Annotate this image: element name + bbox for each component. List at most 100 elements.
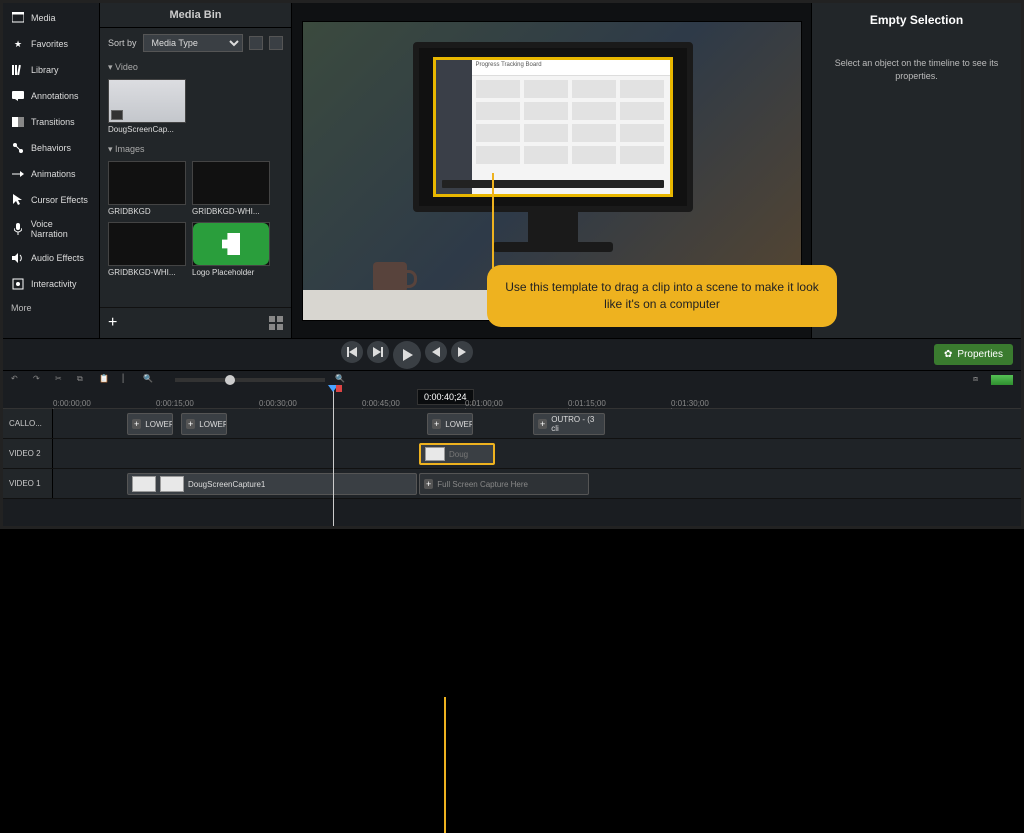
placeholder-title: Progress Tracking Board (472, 60, 670, 76)
media-bin-title: Media Bin (100, 3, 291, 28)
timeline-clip[interactable]: Doug (419, 443, 495, 465)
redo-button[interactable]: ↷ (33, 374, 45, 386)
copy-button[interactable]: ⧉ (77, 374, 89, 386)
timeline-clip[interactable]: +LOWER (127, 413, 173, 435)
clip-thumb (425, 447, 445, 461)
clip-label: OUTRO - (3 cli (551, 415, 600, 433)
track-label[interactable]: VIDEO 2 (3, 439, 53, 468)
timeline-clip[interactable]: + LOWER (181, 413, 227, 435)
ruler-tick: 0:00:45;00 (362, 399, 465, 408)
timeline-clip[interactable]: + LOWER (427, 413, 473, 435)
logo-icon (193, 223, 269, 265)
zoom-out-button[interactable]: 🔍 (143, 374, 155, 386)
cut-button[interactable]: ✂ (55, 374, 67, 386)
magnet-button[interactable]: ⧈ (973, 374, 985, 386)
plus-icon: + (132, 419, 141, 429)
audio-icon (11, 251, 25, 265)
sidebar-label: Voice Narration (31, 219, 91, 239)
clip-label: Doug (449, 450, 468, 459)
timeline-track: VIDEO 2 Doug (3, 439, 1021, 469)
playhead[interactable] (333, 387, 334, 526)
media-thumb-video[interactable]: DougScreenCap... (108, 79, 186, 134)
annotations-icon (11, 89, 25, 103)
sidebar-label: Behaviors (31, 143, 71, 153)
properties-panel: Empty Selection Select an object on the … (811, 3, 1021, 338)
timeline-clip[interactable]: +Full Screen Capture Here (419, 473, 589, 495)
media-thumb-image[interactable]: GRIDBKGD-WHI... (108, 222, 186, 277)
properties-button[interactable]: ✿ Properties (934, 344, 1013, 365)
sidebar-more[interactable]: More (3, 297, 99, 319)
step-forward-button[interactable] (451, 341, 473, 363)
media-thumb-image[interactable]: GRIDBKGD-WHI... (192, 161, 270, 216)
thumb-name: Logo Placeholder (192, 268, 270, 277)
transport-bar: ✿ Properties (3, 338, 1021, 370)
sidebar-item-interactivity[interactable]: Interactivity (3, 271, 99, 297)
undo-button[interactable]: ↶ (11, 374, 23, 386)
marker-indicator[interactable] (991, 375, 1013, 385)
media-thumb-logo-placeholder[interactable]: Logo Placeholder (192, 222, 270, 277)
timeline-track: CALLO...+LOWER+LOWER+LOWER+OUTRO - (3 cl… (3, 409, 1021, 439)
sidebar-item-audio-effects[interactable]: Audio Effects (3, 245, 99, 271)
properties-title: Empty Selection (822, 13, 1011, 27)
images-section-label: ▾ Images (100, 140, 291, 155)
thumb-name: GRIDBKGD (108, 207, 186, 216)
track-lane[interactable]: Doug (53, 439, 1021, 468)
sidebar-label: Cursor Effects (31, 195, 88, 205)
track-lane[interactable]: +LOWER+LOWER+LOWER+OUTRO - (3 cli (53, 409, 1021, 438)
clip-thumb (132, 476, 156, 492)
properties-button-label: Properties (957, 349, 1003, 360)
clip-label: DougScreenCapture1 (188, 480, 265, 489)
interactivity-icon (11, 277, 25, 291)
sidebar-item-transitions[interactable]: Transitions (3, 109, 99, 135)
track-label[interactable]: CALLO... (3, 409, 53, 438)
plus-icon: + (432, 419, 441, 429)
split-button[interactable]: ⎮ (121, 374, 133, 386)
clip-label: LOWER (199, 420, 227, 429)
track-lane[interactable]: DougScreenCapture1 +Full Screen Capture H… (53, 469, 1021, 498)
sidebar-label: Library (31, 65, 59, 75)
timeline-clip[interactable]: +OUTRO - (3 cli (533, 413, 605, 435)
sidebar-item-animations[interactable]: Animations (3, 161, 99, 187)
play-button[interactable] (393, 341, 421, 369)
transitions-icon (11, 115, 25, 129)
sidebar-item-favorites[interactable]: ★ Favorites (3, 31, 99, 57)
step-back-button[interactable] (425, 341, 447, 363)
timeline-ruler[interactable]: 0:00:40;24 0:00:00;00 0:00:15;00 0:00:30… (3, 389, 1021, 409)
plus-icon: + (186, 419, 195, 429)
ruler-tick: 0:00:15;00 (156, 399, 259, 408)
prev-frame-button[interactable] (341, 341, 363, 363)
timeline-clip[interactable]: DougScreenCapture1 (127, 473, 417, 495)
ruler-tick: 0:01:15;00 (568, 399, 671, 408)
sidebar-label: Transitions (31, 117, 75, 127)
sort-menu-button[interactable] (269, 36, 283, 50)
view-toggle-button[interactable] (269, 316, 283, 330)
media-thumb-image[interactable]: GRIDBKGD (108, 161, 186, 216)
callout-connector (492, 173, 494, 268)
sidebar-item-behaviors[interactable]: Behaviors (3, 135, 99, 161)
callout-connector (444, 697, 446, 833)
thumb-name: GRIDBKGD-WHI... (108, 268, 186, 277)
next-frame-button[interactable] (367, 341, 389, 363)
sidebar-item-library[interactable]: Library (3, 57, 99, 83)
zoom-slider[interactable] (175, 378, 325, 382)
sidebar-item-voice-narration[interactable]: Voice Narration (3, 213, 99, 245)
behaviors-icon (11, 141, 25, 155)
sort-by-label: Sort by (108, 38, 137, 48)
preview-canvas[interactable]: Progress Tracking Board Use this templat… (292, 3, 811, 338)
clip-label: LOWER (445, 420, 473, 429)
sort-direction-button[interactable] (249, 36, 263, 50)
cursor-icon (11, 193, 25, 207)
clip-label: Full Screen Capture Here (437, 480, 528, 489)
sidebar-item-annotations[interactable]: Annotations (3, 83, 99, 109)
track-label[interactable]: VIDEO 1 (3, 469, 53, 498)
sidebar-item-cursor-effects[interactable]: Cursor Effects (3, 187, 99, 213)
sidebar-item-media[interactable]: Media (3, 5, 99, 31)
sort-by-select[interactable]: Media Type (143, 34, 243, 52)
ruler-tick: 0:00:30;00 (259, 399, 362, 408)
animations-icon (11, 167, 25, 181)
add-media-button[interactable]: + (108, 314, 117, 332)
video-badge-icon (111, 110, 123, 120)
sidebar-label: Animations (31, 169, 76, 179)
instruction-callout: Use this template to drag a clip into a … (487, 265, 837, 327)
paste-button[interactable]: 📋 (99, 374, 111, 386)
